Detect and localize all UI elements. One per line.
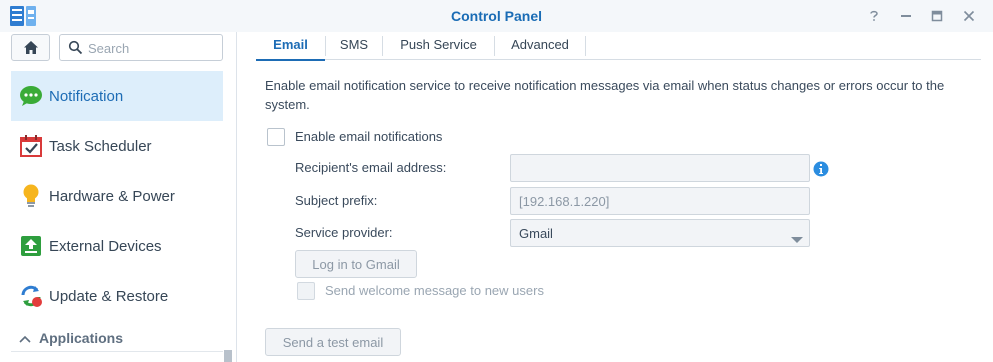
tab-email[interactable]: Email: [256, 32, 325, 61]
search-icon: [68, 40, 83, 58]
welcome-message-checkbox[interactable]: [297, 282, 315, 300]
recipient-label: Recipient's email address:: [295, 160, 447, 175]
recipient-email-field[interactable]: [510, 154, 810, 182]
tab-push-service[interactable]: Push Service: [383, 32, 494, 60]
sidebar-item-label: External Devices: [49, 237, 162, 255]
service-provider-value: Gmail: [519, 226, 553, 241]
search-input[interactable]: [88, 38, 218, 58]
sidebar-item-label: Hardware & Power: [49, 187, 175, 205]
divider: [11, 351, 223, 352]
subject-prefix-label: Subject prefix:: [295, 193, 378, 208]
service-provider-select[interactable]: Gmail: [510, 219, 810, 247]
help-icon[interactable]: [864, 6, 884, 26]
tab-advanced[interactable]: Advanced: [495, 32, 585, 60]
section-header-label: Applications: [39, 330, 124, 346]
sidebar-item-update-restore[interactable]: Update & Restore: [11, 271, 223, 321]
tab-sms[interactable]: SMS: [326, 32, 382, 60]
service-provider-label: Service provider:: [295, 225, 393, 240]
sidebar-scrollbar[interactable]: [224, 350, 232, 362]
minimize-icon[interactable]: [896, 6, 916, 26]
login-gmail-button[interactable]: Log in to Gmail: [295, 250, 417, 278]
upload-arrow-icon: [18, 233, 44, 259]
email-description: Enable email notification service to rec…: [265, 78, 945, 112]
chat-bubble-icon: [18, 83, 44, 109]
section-header-applications[interactable]: Applications: [11, 326, 223, 350]
tab-separator: [585, 36, 586, 56]
calendar-check-icon: [18, 133, 44, 159]
chevron-up-icon: [19, 331, 31, 346]
welcome-message-label: Send welcome message to new users: [325, 283, 544, 298]
sidebar: Notification Task Scheduler Hardware & P…: [0, 32, 237, 362]
search-box[interactable]: [59, 34, 223, 61]
tab-bar: Email SMS Push Service Advanced: [256, 32, 981, 61]
window-title: Control Panel: [450, 8, 542, 24]
info-icon[interactable]: [813, 161, 829, 180]
sidebar-item-task-scheduler[interactable]: Task Scheduler: [11, 121, 223, 171]
chevron-down-icon: [791, 231, 803, 246]
send-test-email-button[interactable]: Send a test email: [265, 328, 401, 356]
maximize-icon[interactable]: [927, 6, 947, 26]
subject-prefix-field[interactable]: [192.168.1.220]: [510, 187, 810, 215]
sidebar-item-label: Notification: [49, 87, 124, 105]
sidebar-item-notification[interactable]: Notification: [11, 71, 223, 121]
enable-email-checkbox[interactable]: [267, 128, 285, 146]
subject-prefix-value: [192.168.1.220]: [519, 194, 610, 209]
sidebar-item-external-devices[interactable]: External Devices: [11, 221, 223, 271]
sidebar-item-label: Task Scheduler: [49, 137, 152, 155]
home-button[interactable]: [11, 34, 50, 61]
sidebar-item-hardware-power[interactable]: Hardware & Power: [11, 171, 223, 221]
lightbulb-icon: [18, 183, 44, 209]
home-icon: [23, 41, 38, 54]
main-content: Email SMS Push Service Advanced Enable e…: [238, 32, 993, 362]
sidebar-item-label: Update & Restore: [49, 287, 169, 305]
close-icon[interactable]: [959, 6, 979, 26]
enable-email-label: Enable email notifications: [295, 129, 443, 144]
window-titlebar: Control Panel: [0, 0, 993, 32]
refresh-icon: [18, 283, 44, 309]
